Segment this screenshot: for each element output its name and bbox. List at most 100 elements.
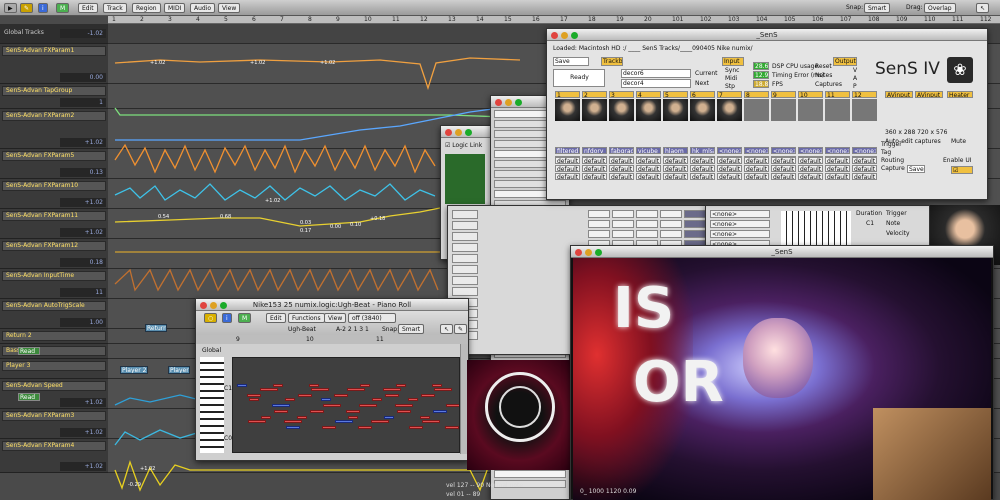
piano-pencil-tool[interactable]: ✎ [454,324,468,334]
midi-note[interactable] [311,388,329,391]
trigger-field[interactable] [452,265,478,274]
channel-default-field[interactable]: default [852,165,877,172]
midi-note[interactable] [347,388,365,391]
midi-note[interactable] [409,426,423,429]
channel-default-field[interactable]: default [555,157,580,164]
channel-layer-select[interactable]: <none> [852,147,877,154]
mute-label[interactable]: Mute [951,138,966,145]
channel-default-field[interactable]: default [717,165,742,172]
midi-note[interactable] [260,388,278,391]
trigger-field[interactable] [452,232,478,241]
midi-note[interactable] [445,426,459,429]
midi-note[interactable] [272,404,290,407]
channel-default-field[interactable]: default [744,173,769,180]
midi-note[interactable] [433,410,447,413]
trigger-field[interactable] [452,276,478,285]
channel-thumbnail[interactable] [555,99,580,121]
close-button[interactable] [495,99,502,106]
piano-roll-window[interactable]: Nike153 25 numix.logic:Ugh-Beat - Piano … [195,298,469,461]
trigger-field[interactable] [452,254,478,263]
channel-number[interactable]: 9 [771,91,796,98]
captures-label[interactable]: Captures [815,81,842,88]
trigger-list-row[interactable]: <none> [710,210,770,218]
channel-default-field[interactable]: default [744,165,769,172]
channel-default-field[interactable]: default [690,173,715,180]
parameter-cell[interactable] [636,210,658,218]
midi-note[interactable] [383,388,401,391]
channel-thumbnail[interactable] [771,99,796,121]
channel-thumbnail[interactable] [744,99,769,121]
midi-note[interactable] [434,388,452,391]
piano-keyboard[interactable] [200,357,224,453]
midi-note[interactable] [261,416,271,419]
automation-curve-inputtime[interactable] [114,268,439,292]
midi-note[interactable] [421,394,435,397]
channel-default-field[interactable]: default [852,173,877,180]
midi-note[interactable] [249,398,259,401]
midi-note[interactable] [334,394,348,397]
midi-note[interactable] [335,420,353,423]
save-checkbox[interactable]: Save [553,57,589,66]
enable-ui-label[interactable]: Enable UI [943,157,972,164]
close-button[interactable] [575,249,582,256]
midi-note[interactable] [372,398,382,401]
channel-layer-select[interactable]: fabgrad [609,147,634,154]
midi-note[interactable] [247,394,261,397]
channel-default-field[interactable]: default [744,157,769,164]
sens-main-window[interactable]: _SenS Loaded: Macintosh HD :/ ____ SenS … [546,28,988,200]
channel-default-field[interactable]: default [663,165,688,172]
piano-ruler[interactable]: 9 10 11 [196,335,468,344]
parameter-cell[interactable] [660,230,682,238]
region-block[interactable]: Player 2 [120,366,148,374]
sens-output-titlebar[interactable]: _SenS [571,246,993,258]
midi-note[interactable] [396,384,406,387]
channel-number[interactable]: 7 [717,91,742,98]
reset-label[interactable]: Reset [815,63,832,70]
zoom-button[interactable] [595,249,602,256]
midi-note[interactable] [432,384,442,387]
channel-default-field[interactable]: default [717,173,742,180]
parameter-cell[interactable] [588,210,610,218]
parameter-cell[interactable] [660,220,682,228]
channel-default-field[interactable]: default [690,157,715,164]
midi-note[interactable] [446,404,459,407]
midi-note[interactable] [323,404,341,407]
channel-default-field[interactable]: default [663,173,688,180]
minimize-button[interactable] [585,249,592,256]
channel-thumbnail[interactable] [825,99,850,121]
piano-edit-menu[interactable]: Edit [266,313,286,323]
midi-note[interactable] [286,426,300,429]
minimize-button[interactable] [455,129,462,136]
patcher-object[interactable] [494,470,566,478]
zoom-button[interactable] [571,32,578,39]
channel-default-field[interactable]: default [582,173,607,180]
midi-note[interactable] [346,410,360,413]
channel-default-field[interactable]: default [636,165,661,172]
channel-number[interactable]: 2 [582,91,607,98]
automation-curve-speed[interactable] [114,394,201,406]
parameter-cell[interactable] [684,210,706,218]
channel-default-field[interactable]: default [555,173,580,180]
channel-layer-select[interactable]: hk_mlsas [690,147,715,154]
channel-default-field[interactable]: default [609,173,634,180]
midi-note[interactable] [284,420,302,423]
channel-number[interactable]: 8 [744,91,769,98]
midi-note[interactable] [384,416,394,419]
parameter-cell[interactable] [612,210,634,218]
piano-pointer-tool[interactable]: ↖ [440,324,454,334]
midi-note[interactable] [321,398,331,401]
zoom-button[interactable] [515,99,522,106]
midi-note[interactable] [422,420,440,423]
piano-snap-select[interactable]: Smart [398,324,425,334]
channel-default-field[interactable]: default [825,173,850,180]
close-button[interactable] [445,129,452,136]
region-block[interactable]: Return [145,324,167,332]
midi-note[interactable] [309,384,319,387]
channel-number[interactable]: 3 [609,91,634,98]
channel-default-field[interactable]: default [771,157,796,164]
enable-ui-button[interactable]: ☑ [951,166,973,174]
channel-thumbnail[interactable] [663,99,688,121]
trigger-list-row[interactable]: <none> [710,220,770,228]
channel-layer-select[interactable]: <none> [798,147,823,154]
piano-quantize-select[interactable]: off (3840) [348,313,396,323]
